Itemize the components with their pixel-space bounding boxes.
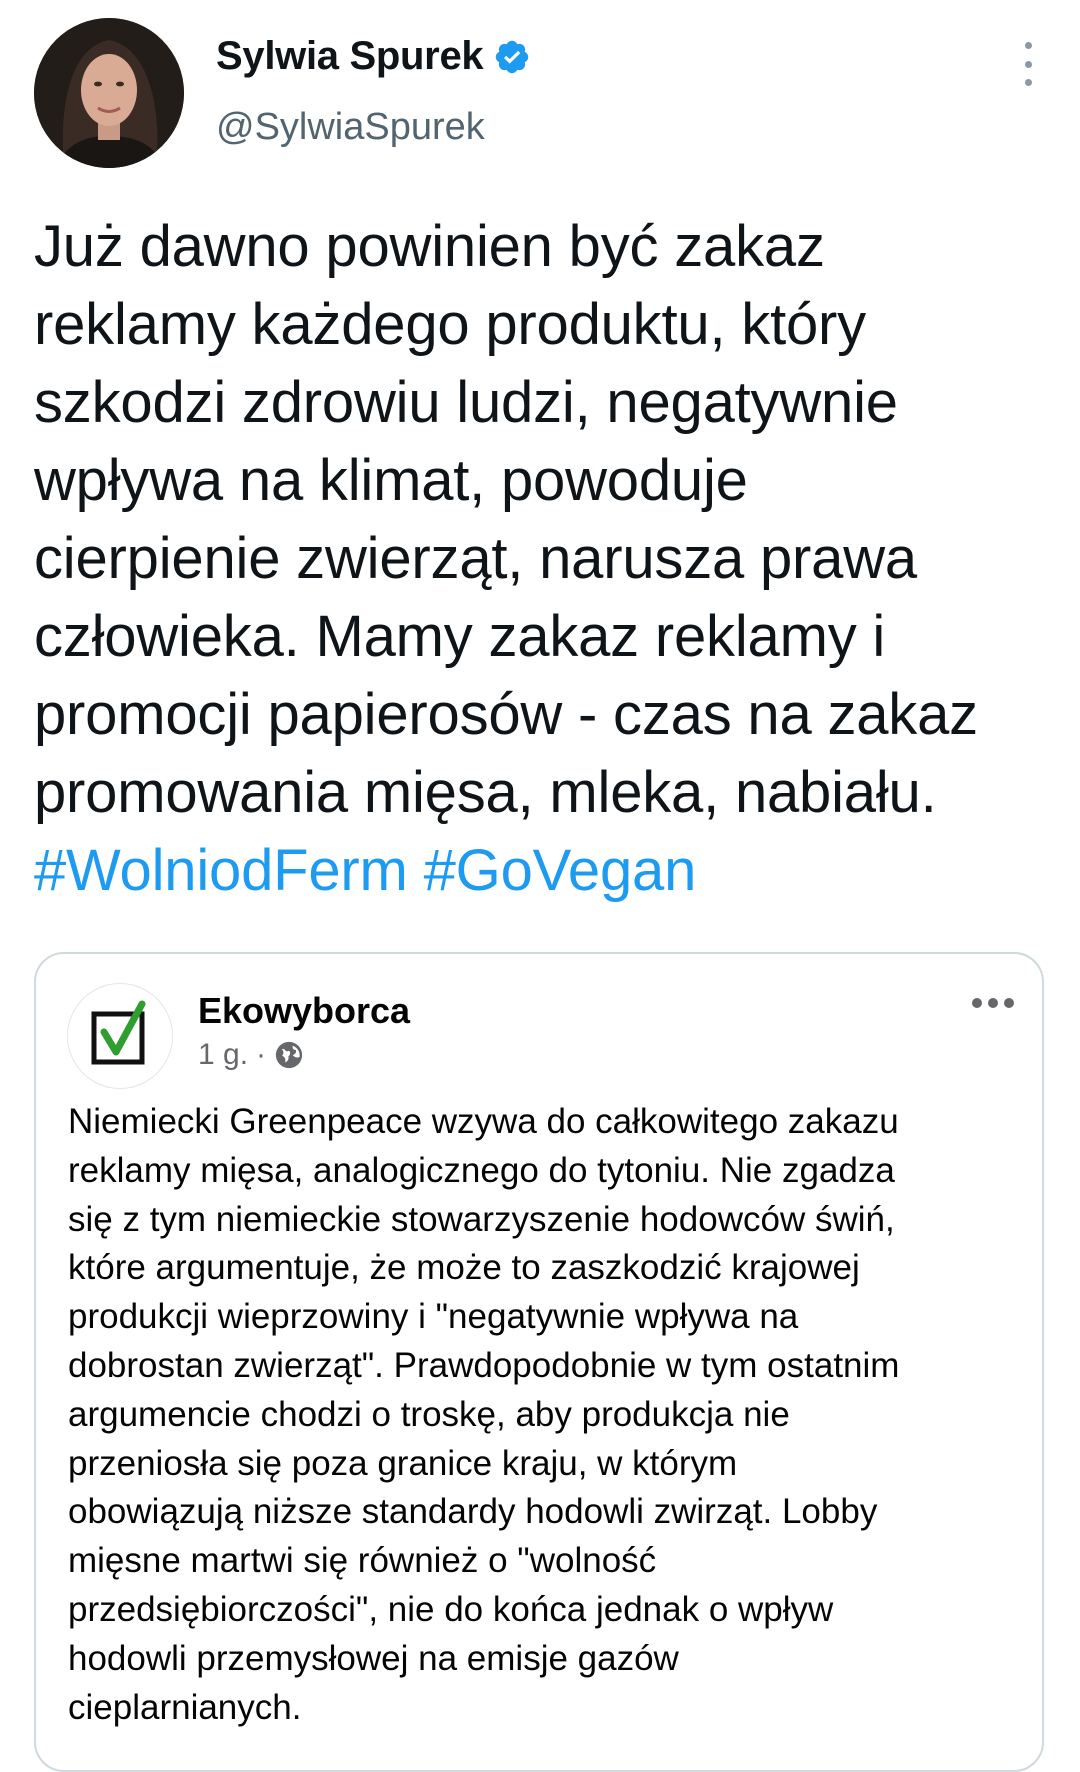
- post-text-line: się z tym niemieckie stowarzyszenie hodo…: [68, 1199, 895, 1239]
- tweet-text-line: szkodzi zdrowiu ludzi, negatywnie: [34, 370, 898, 435]
- author-display-name[interactable]: Sylwia Spurek: [216, 34, 484, 79]
- author-name-row: Sylwia Spurek: [216, 34, 531, 79]
- post-text-line: mięsne martwi się również o "wolność: [68, 1541, 657, 1581]
- post-text-line: cieplarnianych.: [68, 1687, 302, 1727]
- post-text-line: przedsiębiorczości", nie do końca jednak…: [68, 1589, 834, 1629]
- post-text-line: hodowli przemysłowej na emisje gazów: [68, 1638, 679, 1678]
- more-vertical-icon[interactable]: [1016, 42, 1040, 86]
- post-text-line: argumencie chodzi o troskę, aby produkcj…: [68, 1394, 790, 1434]
- hashtag-link[interactable]: #GoVegan: [424, 838, 697, 903]
- quoted-post-text: Niemiecki Greenpeace wzywa do całkowiteg…: [68, 1098, 1028, 1732]
- tweet-text-line: promowania mięsa, mleka, nabiału.: [34, 760, 937, 825]
- tweet-text-line: człowieka. Mamy zakaz reklamy i: [34, 604, 886, 669]
- post-meta: 1 g. ·: [198, 1038, 304, 1072]
- checkbox-checkmark-icon: [84, 998, 156, 1075]
- post-text-line: które argumentuje, że może to zaszkodzić…: [68, 1248, 860, 1288]
- tweet-text-line: cierpienie zwierząt, narusza prawa: [34, 526, 917, 591]
- page-name[interactable]: Ekowyborca: [198, 990, 410, 1032]
- tweet-text: Już dawno powinien być zakaz reklamy każ…: [34, 208, 1044, 910]
- more-horizontal-icon[interactable]: [972, 998, 1014, 1008]
- author-handle[interactable]: @SylwiaSpurek: [216, 106, 485, 149]
- post-text-line: obowiązują niższe standardy hodowli zwir…: [68, 1492, 878, 1532]
- tweet-text-line: promocji papierosów - czas na zakaz: [34, 682, 978, 747]
- post-text-line: Niemiecki Greenpeace wzywa do całkowiteg…: [68, 1102, 899, 1141]
- hashtag-line: #WolniodFerm #GoVegan: [34, 832, 1044, 910]
- post-text-line: reklamy mięsa, analogicznego do tytoniu.…: [68, 1150, 895, 1190]
- tweet-text-line: reklamy każdego produktu, który: [34, 292, 866, 357]
- quoted-post-card[interactable]: Ekowyborca 1 g. · Niemiecki Greenpeace w…: [34, 952, 1044, 1772]
- tweet: Sylwia Spurek @SylwiaSpurek Już dawno po…: [0, 0, 1080, 1772]
- meta-separator: ·: [256, 1038, 267, 1071]
- page-avatar[interactable]: [68, 984, 172, 1088]
- tweet-text-line: wpływa na klimat, powoduje: [34, 448, 748, 513]
- hashtag-link[interactable]: #WolniodFerm: [34, 838, 408, 903]
- post-time[interactable]: 1 g.: [198, 1038, 248, 1072]
- globe-icon: [274, 1040, 304, 1070]
- tweet-text-line: Już dawno powinien być zakaz: [34, 214, 825, 279]
- author-avatar[interactable]: [34, 18, 184, 168]
- post-text-line: przeniosła się poza granice kraju, w któ…: [68, 1443, 738, 1483]
- post-text-line: dobrostan zwierząt". Prawdopodobnie w ty…: [68, 1345, 900, 1385]
- verified-badge-icon: [493, 38, 531, 76]
- post-text-line: produkcji wieprzowiny i "negatywnie wpły…: [68, 1297, 799, 1337]
